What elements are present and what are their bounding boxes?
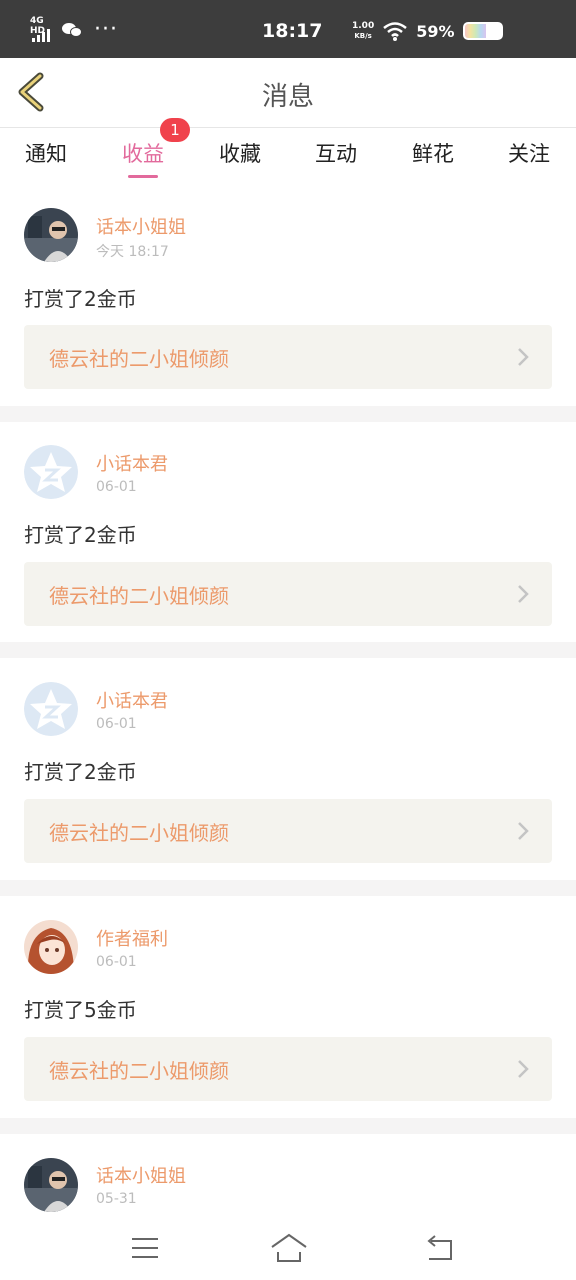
tab-bar: 通知 收益 收藏 互动 鲜花 关注 xyxy=(0,128,576,186)
photo-avatar[interactable] xyxy=(24,1158,78,1212)
list-item[interactable]: 小话本君 06-01 打赏了2金币 德云社的二小姐倾颜 xyxy=(0,422,576,642)
user-name[interactable]: 话本小姐姐 xyxy=(96,213,186,239)
list-item[interactable]: 作者福利 06-01 打赏了5金币 德云社的二小姐倾颜 xyxy=(0,896,576,1118)
message-text: 打赏了2金币 xyxy=(24,523,137,547)
message-time: 05-31 xyxy=(96,1191,137,1207)
book-link[interactable]: 德云社的二小姐倾颜 xyxy=(24,325,552,389)
network-speed: 1.00 KB/s xyxy=(352,21,374,41)
list-item[interactable]: 话本小姐姐 05-31 xyxy=(0,1134,576,1216)
divider xyxy=(0,406,576,422)
divider xyxy=(0,1118,576,1134)
status-bar: 4G HD ··· 18:17 1.00 KB/s 59% xyxy=(0,0,576,58)
chevron-right-icon xyxy=(518,348,529,366)
more-dots-icon: ··· xyxy=(94,17,118,42)
tab-notice[interactable]: 通知 xyxy=(6,138,86,168)
wechat-icon xyxy=(62,21,84,39)
tab-earnings[interactable]: 收益 xyxy=(103,138,183,168)
user-name[interactable]: 小话本君 xyxy=(96,687,168,713)
battery-icon xyxy=(462,22,503,40)
divider xyxy=(0,642,576,658)
message-time: 06-01 xyxy=(96,954,137,970)
status-left: 4G HD ··· xyxy=(30,16,118,42)
speed-unit: KB/s xyxy=(354,32,372,40)
tab-badge: 1 xyxy=(160,118,190,142)
menu-icon[interactable] xyxy=(127,1230,163,1266)
book-title: 德云社的二小姐倾颜 xyxy=(49,347,229,371)
tab-active-underline xyxy=(128,175,158,178)
book-link[interactable]: 德云社的二小姐倾颜 xyxy=(24,1037,552,1101)
message-text: 打赏了5金币 xyxy=(24,998,137,1022)
book-title: 德云社的二小姐倾颜 xyxy=(49,584,229,608)
message-time: 今天 18:17 xyxy=(96,244,169,260)
chevron-right-icon xyxy=(518,585,529,603)
message-time: 06-01 xyxy=(96,716,137,732)
list-item[interactable]: 话本小姐姐 今天 18:17 打赏了2金币 德云社的二小姐倾颜 xyxy=(0,186,576,406)
battery-percent: 59% xyxy=(416,21,455,41)
default-star-avatar[interactable] xyxy=(24,682,78,736)
app-header: 消息 xyxy=(0,58,576,128)
tab-flowers[interactable]: 鲜花 xyxy=(393,138,473,168)
status-right: 1.00 KB/s 59% xyxy=(352,20,503,42)
book-title: 德云社的二小姐倾颜 xyxy=(49,1059,229,1083)
page-title: 消息 xyxy=(261,82,314,112)
anime-avatar[interactable] xyxy=(24,920,78,974)
signal-icon: 4G HD xyxy=(30,16,56,42)
divider xyxy=(0,880,576,896)
message-text: 打赏了2金币 xyxy=(24,287,137,311)
tab-favorites[interactable]: 收藏 xyxy=(200,138,280,168)
message-text: 打赏了2金币 xyxy=(24,760,137,784)
book-title: 德云社的二小姐倾颜 xyxy=(49,821,229,845)
chevron-right-icon xyxy=(518,1060,529,1078)
book-link[interactable]: 德云社的二小姐倾颜 xyxy=(24,562,552,626)
chevron-right-icon xyxy=(518,822,529,840)
clock: 18:17 xyxy=(262,20,323,42)
message-time: 06-01 xyxy=(96,479,137,495)
user-name[interactable]: 作者福利 xyxy=(96,925,168,951)
book-link[interactable]: 德云社的二小姐倾颜 xyxy=(24,799,552,863)
tab-interaction[interactable]: 互动 xyxy=(296,138,376,168)
tab-follow[interactable]: 关注 xyxy=(489,138,569,168)
system-nav-bar xyxy=(0,1216,576,1280)
list-item[interactable]: 小话本君 06-01 打赏了2金币 德云社的二小姐倾颜 xyxy=(0,658,576,880)
home-icon[interactable] xyxy=(270,1230,308,1266)
user-name[interactable]: 话本小姐姐 xyxy=(96,1162,186,1188)
back-icon[interactable] xyxy=(421,1230,457,1266)
default-star-avatar[interactable] xyxy=(24,445,78,499)
wifi-icon xyxy=(383,22,408,41)
user-name[interactable]: 小话本君 xyxy=(96,450,168,476)
speed-value: 1.00 xyxy=(352,21,375,31)
photo-avatar[interactable] xyxy=(24,208,78,262)
